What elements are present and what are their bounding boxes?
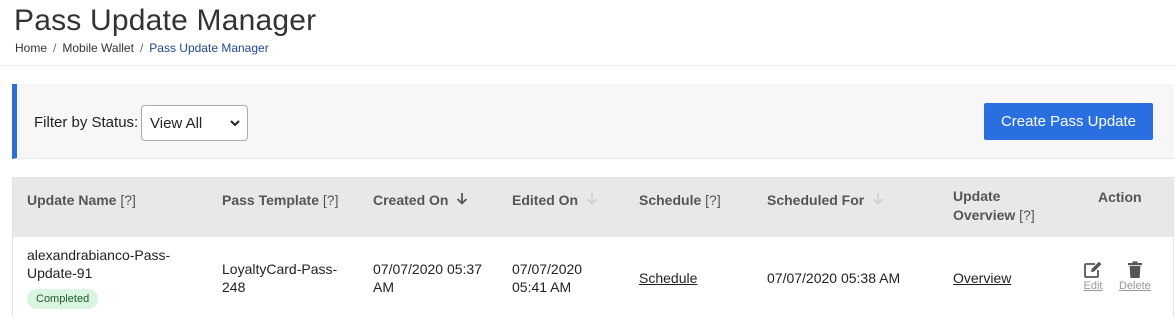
column-pass-template: Pass Template [?] [222,192,338,208]
breadcrumb-separator: / [53,41,57,55]
column-edited-on[interactable]: Edited On [512,192,598,208]
overview-link[interactable]: Overview [953,269,1011,287]
status-filter-select[interactable]: View All [141,105,248,141]
column-schedule: Schedule [?] [639,192,721,208]
schedule-link[interactable]: Schedule [639,269,697,287]
pass-template-line-1: LoyaltyCard-Pass- [222,261,338,277]
column-scheduled-for[interactable]: Scheduled For [767,192,884,208]
breadcrumb-separator: / [139,41,144,55]
column-update-name: Update Name [?] [27,192,136,208]
cell-update-name: alexandrabianco-Pass- Update-91 [27,246,170,282]
column-created-on[interactable]: Created On [373,192,468,208]
page-title: Pass Update Manager [14,4,317,37]
column-schedule-label: Schedule [639,192,702,208]
create-pass-update-button[interactable]: Create Pass Update [984,103,1153,140]
update-overview-help-icon[interactable]: [?] [1019,207,1035,223]
update-name-line-2: Update-91 [27,265,93,281]
column-update-name-label: Update Name [27,192,117,208]
chevron-down-icon [230,120,240,127]
breadcrumb-current: Pass Update Manager [149,41,269,55]
filter-label: Filter by Status: [34,114,139,131]
cell-scheduled-for: 07/07/2020 05:38 AM [767,270,901,286]
cell-pass-template: LoyaltyCard-Pass- 248 [222,260,337,296]
status-badge: Completed [27,289,99,309]
update-name-help-icon[interactable]: [?] [120,192,136,208]
pass-template-help-icon[interactable]: [?] [323,192,339,208]
pass-update-table: Update Name [?] Pass Template [?] Create… [12,177,1174,317]
created-on-line-1: 07/07/2020 05:37 [373,261,482,277]
column-action: Action [1098,189,1142,205]
pass-template-line-2: 248 [222,279,246,295]
table-header: Update Name [?] Pass Template [?] Create… [13,178,1173,237]
arrow-down-icon [872,193,884,205]
edited-on-line-1: 07/07/2020 [512,261,583,277]
trash-icon [1127,261,1142,278]
delete-action[interactable]: Delete [1119,261,1151,292]
breadcrumb: Home / Mobile Wallet / Pass Update Manag… [15,41,269,55]
column-pass-template-label: Pass Template [222,192,320,208]
filter-bar: Filter by Status: View All Create Pass U… [12,84,1174,159]
arrow-down-icon [586,193,598,205]
column-update-overview: Update Overview [?] [953,187,1035,225]
arrow-down-icon [457,193,468,205]
update-name-line-1: alexandrabianco-Pass- [27,247,171,263]
column-created-on-label: Created On [373,192,449,208]
column-update-overview-label-2: Overview [953,207,1016,223]
column-action-label: Action [1098,189,1142,205]
edit-action[interactable]: Edit [1083,261,1103,292]
column-scheduled-for-label: Scheduled For [767,192,865,208]
table-row: alexandrabianco-Pass- Update-91 Complete… [13,237,1173,317]
header-divider [0,65,1176,66]
status-filter-value: View All [150,114,203,132]
schedule-help-icon[interactable]: [?] [705,192,721,208]
edit-action-label: Edit [1083,280,1103,292]
cell-edited-on: 07/07/2020 05:41 AM [512,260,582,296]
edited-on-line-2: 05:41 AM [512,279,572,295]
delete-action-label: Delete [1119,280,1151,292]
column-edited-on-label: Edited On [512,192,579,208]
breadcrumb-mobile-wallet[interactable]: Mobile Wallet [62,41,134,55]
cell-created-on: 07/07/2020 05:37 AM [373,260,482,296]
column-update-overview-label-1: Update [953,188,1001,204]
created-on-line-2: AM [373,279,394,295]
breadcrumb-home[interactable]: Home [15,41,47,55]
edit-icon [1084,261,1102,278]
